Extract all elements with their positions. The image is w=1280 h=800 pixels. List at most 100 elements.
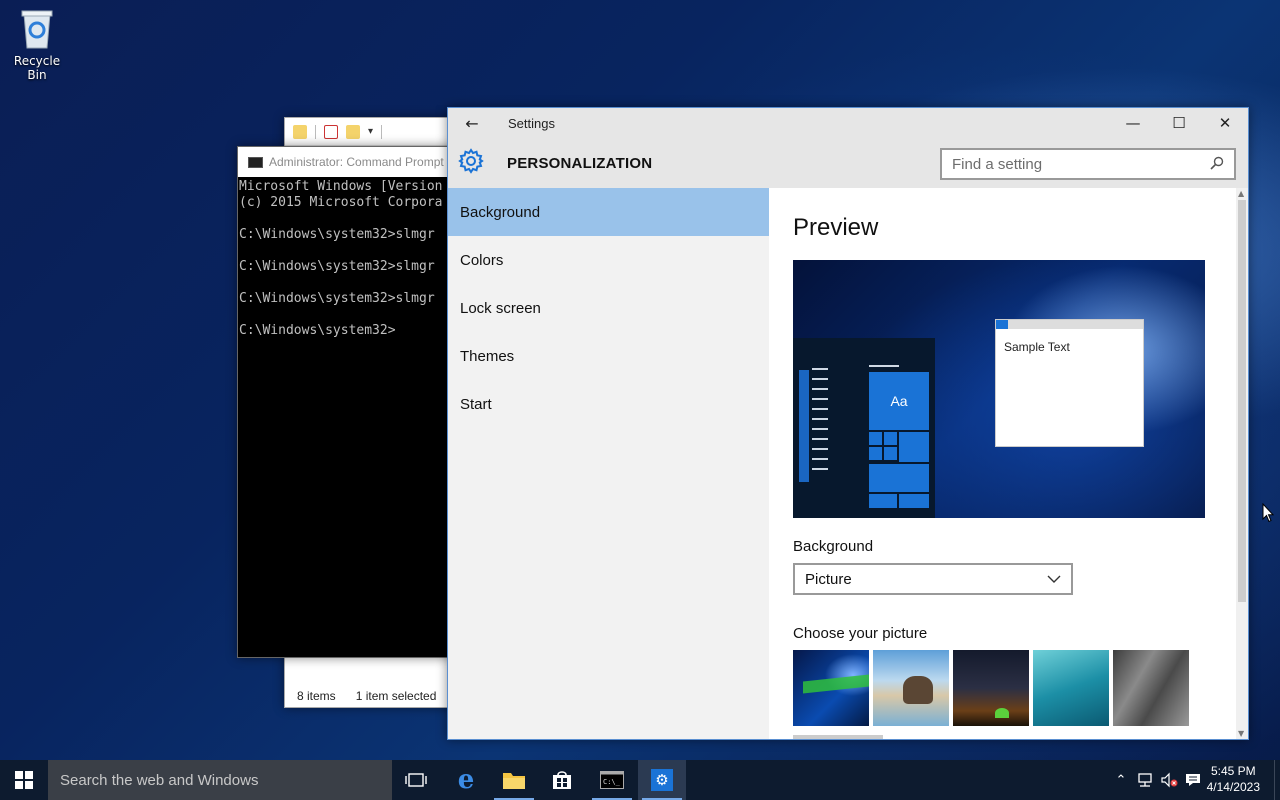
preview-menu-line [812, 418, 828, 420]
recycle-bin-label: Recycle Bin [13, 54, 61, 82]
browse-button[interactable] [793, 735, 883, 739]
close-button[interactable]: ✕ [1202, 108, 1248, 138]
search-icon[interactable] [1210, 155, 1224, 174]
picture-thumb-milky-way-tent[interactable] [953, 650, 1029, 726]
preview-tile [869, 447, 882, 460]
item-count: 8 items [297, 689, 336, 703]
preview-tile [869, 494, 897, 508]
settings-header: ← Settings — ☐ ✕ PERSONALIZATION [448, 108, 1248, 188]
taskbar-search-box[interactable]: Search the web and Windows [48, 760, 392, 800]
chevron-down-icon [1047, 571, 1061, 588]
svg-text:C:\_: C:\_ [603, 778, 621, 786]
picture-thumb-underwater-swimmer[interactable] [1033, 650, 1109, 726]
preview-tile [884, 447, 897, 460]
sidebar-item-label: Start [460, 395, 492, 413]
edge-taskbar-button[interactable]: e [442, 760, 490, 800]
volume-button[interactable] [1158, 760, 1180, 800]
picture-thumb-rock-cliff[interactable] [1113, 650, 1189, 726]
recycle-bin-icon [20, 8, 54, 50]
cmd-title-bar[interactable]: Administrator: Command Prompt [238, 147, 456, 177]
network-button[interactable] [1134, 760, 1156, 800]
settings-taskbar-button[interactable]: ⚙ [638, 760, 686, 800]
background-type-dropdown[interactable]: Picture [793, 563, 1073, 595]
volume-muted-icon [1161, 772, 1178, 788]
preview-tile [899, 432, 929, 462]
thumb-highlight [803, 674, 869, 694]
folder-icon[interactable] [293, 124, 307, 139]
recycle-bin-shortcut[interactable]: Recycle Bin [6, 8, 68, 82]
preview-tile [884, 432, 897, 445]
windows-logo-icon [15, 771, 33, 789]
store-icon [553, 771, 571, 789]
preview-tiles-header [869, 365, 899, 367]
scroll-down-icon[interactable]: ▼ [1238, 729, 1244, 738]
preview-start-strip [799, 370, 809, 482]
properties-icon[interactable] [324, 124, 338, 139]
start-button[interactable] [0, 760, 48, 800]
search-input[interactable] [952, 155, 1192, 173]
store-taskbar-button[interactable] [538, 760, 586, 800]
sidebar-item-themes[interactable]: Themes [448, 332, 769, 380]
thumb-tent [995, 708, 1009, 718]
preview-menu-line [812, 408, 828, 410]
maximize-button[interactable]: ☐ [1156, 108, 1202, 138]
choose-picture-label: Choose your picture [793, 625, 928, 642]
preview-menu-line [812, 428, 828, 430]
sidebar-item-lock-screen[interactable]: Lock screen [448, 284, 769, 332]
picture-thumb-rock-arch-beach[interactable] [873, 650, 949, 726]
clock-date: 4/14/2023 [1206, 780, 1260, 794]
sidebar-item-label: Colors [460, 251, 504, 269]
folder-icon [503, 773, 525, 789]
window-title: Settings [508, 116, 555, 131]
task-view-button[interactable] [392, 760, 440, 800]
toolbar-divider [315, 124, 316, 139]
background-label: Background [793, 538, 874, 555]
content-scrollbar[interactable]: ▲ ▼ [1236, 188, 1248, 739]
preview-tile-label: Aa [890, 393, 908, 409]
find-setting-search[interactable] [940, 148, 1236, 180]
file-explorer-taskbar-button[interactable] [490, 760, 538, 800]
picture-thumb-windows-hero[interactable] [793, 650, 869, 726]
taskbar-search-placeholder: Search the web and Windows [60, 771, 259, 789]
settings-window[interactable]: ← Settings — ☐ ✕ PERSONALIZATION Backgro… [447, 107, 1249, 740]
action-center-button[interactable] [1182, 760, 1204, 800]
preview-menu-line [812, 378, 828, 380]
gear-icon [458, 148, 484, 178]
command-prompt-window[interactable]: Administrator: Command Prompt Microsoft … [237, 146, 457, 658]
new-folder-icon[interactable] [346, 124, 360, 139]
customize-qat-icon[interactable]: ▾ [368, 126, 373, 137]
gear-icon: ⚙ [651, 769, 673, 791]
console-line: C:\Windows\system32> [239, 323, 396, 338]
background-preview: Aa Sample Text [793, 260, 1205, 518]
sidebar-item-colors[interactable]: Colors [448, 236, 769, 284]
cmd-console-output[interactable]: Microsoft Windows [Version (c) 2015 Micr… [238, 177, 456, 339]
preview-window-titlebar [996, 320, 1143, 329]
sidebar-item-label: Themes [460, 347, 515, 365]
thumb-rock [903, 676, 933, 704]
picture-thumbnails [793, 650, 1236, 726]
quick-access-toolbar: ▾ [285, 118, 463, 146]
preview-menu-line [812, 448, 828, 450]
console-line: C:\Windows\system32>slmgr [239, 227, 435, 242]
back-arrow-icon[interactable]: ← [462, 114, 482, 133]
sidebar-item-start[interactable]: Start [448, 380, 769, 428]
sidebar-item-background[interactable]: Background [448, 188, 769, 236]
task-view-icon [405, 773, 427, 787]
minimize-button[interactable]: — [1110, 108, 1156, 138]
show-hidden-icons-button[interactable]: ⌃ [1112, 760, 1130, 800]
preview-menu-line [812, 458, 828, 460]
preview-sample-text: Sample Text [1004, 340, 1070, 354]
scroll-up-icon[interactable]: ▲ [1238, 189, 1244, 198]
preview-menu-line [812, 438, 828, 440]
command-prompt-taskbar-button[interactable]: C:\_ [588, 760, 636, 800]
network-icon [1138, 773, 1152, 787]
command-prompt-icon: C:\_ [600, 771, 624, 789]
preview-sample-window: Sample Text [995, 319, 1144, 447]
scrollbar-thumb[interactable] [1238, 200, 1246, 602]
mouse-cursor-icon [1262, 502, 1275, 527]
toolbar-divider [381, 124, 383, 139]
console-line: C:\Windows\system32>slmgr [239, 259, 435, 274]
taskbar-clock[interactable]: 5:45 PM 4/14/2023 [1207, 763, 1260, 795]
show-desktop-button[interactable] [1274, 760, 1280, 800]
console-line: (c) 2015 Microsoft Corpora [239, 195, 443, 210]
